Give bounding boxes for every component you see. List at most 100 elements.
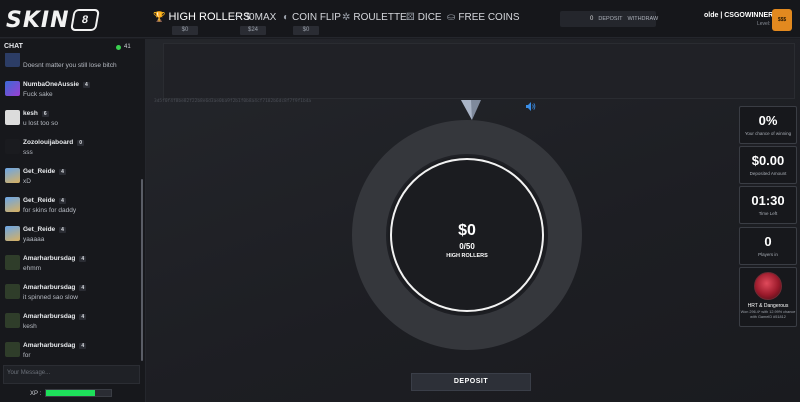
chat-avatar xyxy=(5,313,20,328)
message-text: it spinned sao slow xyxy=(23,294,78,301)
online-number: 41 xyxy=(124,44,131,50)
winner-avatar xyxy=(754,272,782,300)
avatar-text: $$$ xyxy=(777,17,787,23)
message-text: xD xyxy=(23,178,31,185)
balance-value: 0 xyxy=(590,16,594,22)
pot-amount: $0 xyxy=(458,222,476,239)
xp-label: XP : xyxy=(30,391,42,397)
chat-avatar xyxy=(5,197,20,212)
chat-avatar xyxy=(5,255,20,270)
level-badge: 4 xyxy=(83,82,90,88)
site-logo[interactable]: SKIN 8 xyxy=(6,7,100,33)
message-text: ehmm xyxy=(23,265,42,272)
chat-scrollbar[interactable] xyxy=(141,179,143,361)
message-text: yaaaaa xyxy=(23,236,45,243)
chat-messages[interactable]: Doesnt matter you still lose bitch Numba… xyxy=(0,53,146,363)
xp-progress-bar xyxy=(45,389,112,397)
stat-label: Your chance of winning xyxy=(744,131,792,136)
chat-message: Amarharbursdag 4 kesh xyxy=(0,311,140,339)
chat-message: Zozolouijaboard 0 sss xyxy=(0,137,140,165)
deposit-button[interactable]: DEPOSIT xyxy=(598,16,622,22)
stat-time-left: 01:30 Time Left xyxy=(739,186,797,224)
level-badge: 4 xyxy=(79,256,87,262)
message-author[interactable]: Get_Reide 4 xyxy=(23,197,66,204)
logo-badge: 8 xyxy=(69,9,100,31)
message-author[interactable]: Amarharbursdag 4 xyxy=(23,255,87,262)
stat-label: Players in xyxy=(758,252,778,257)
last-winner-card[interactable]: HRT & Dangerous Won 296.4* with 12.99% c… xyxy=(739,267,797,327)
user-avatar[interactable]: $$$ xyxy=(772,9,792,31)
nav-roulette[interactable]: ✲ ROULETTE xyxy=(342,12,407,23)
level-badge: 4 xyxy=(79,285,87,291)
level-badge: 6 xyxy=(41,111,49,117)
nav-label: DICE xyxy=(417,12,442,23)
message-text: Fuck sake xyxy=(23,91,53,98)
message-author[interactable]: Amarharbursdag 4 xyxy=(23,284,87,291)
stat-label: Deposited Amount xyxy=(749,171,787,176)
level-badge: 4 xyxy=(59,227,66,233)
online-dot-icon xyxy=(116,44,121,50)
coins-icon: ⛀ xyxy=(447,12,456,23)
nav-coin-flip[interactable]: ◐ COIN FLIP xyxy=(283,12,341,23)
chat-avatar xyxy=(5,284,20,299)
logo-text: SKIN xyxy=(6,7,70,33)
message-author[interactable]: Zozolouijaboard 0 xyxy=(23,139,84,146)
message-text: kesh xyxy=(23,323,37,330)
chat-message: Get_Reide 4 for skins for daddy xyxy=(0,195,140,223)
game-mode-label: HIGH ROLLERS xyxy=(446,253,488,259)
message-text: for xyxy=(23,352,31,359)
online-count: 41 xyxy=(116,44,131,50)
message-author[interactable]: Amarharbursdag 4 xyxy=(23,342,87,349)
deposit-items-panel xyxy=(163,43,795,99)
chat-avatar xyxy=(5,81,20,96)
coin-icon: ◐ xyxy=(283,12,290,23)
message-author[interactable]: kesh 6 xyxy=(23,110,49,117)
message-author[interactable]: Amarharbursdag 4 xyxy=(23,313,87,320)
stat-value: 01:30 xyxy=(751,193,785,208)
nav-free-coins[interactable]: ⛀ FREE COINS xyxy=(447,12,520,23)
chat-message: Get_Reide 4 yaaaaa xyxy=(0,224,140,252)
dice-icon: ⚄ xyxy=(406,12,415,23)
chat-message: kesh 6 u lost too so xyxy=(0,108,140,136)
trophy-icon: 🏆 xyxy=(153,11,166,23)
deposit-button-main[interactable]: DEPOSIT xyxy=(411,373,531,391)
stat-label: Time Left xyxy=(758,211,778,216)
chat-message: Get_Reide 4 xD xyxy=(0,166,140,194)
chat-avatar xyxy=(5,110,20,125)
message-author[interactable]: Get_Reide 4 xyxy=(23,226,66,233)
cup-icon: ♆ xyxy=(233,12,241,23)
xp-progress-fill xyxy=(46,390,95,396)
chat-avatar xyxy=(5,53,20,67)
chat-message: NumbaOneAussie 4 Fuck sake xyxy=(0,79,140,107)
chat-avatar xyxy=(5,139,20,154)
stat-value: 0% xyxy=(758,113,778,128)
chat-avatar xyxy=(5,168,20,183)
stat-deposited: $0.00 Deposited Amount xyxy=(739,146,797,184)
level-badge: 4 xyxy=(79,314,87,320)
chat-message-input[interactable]: Your Message... xyxy=(3,365,140,384)
nav-label: ROULETTE xyxy=(353,12,407,23)
chat-message: Amarharbursdag 4 for xyxy=(0,340,140,363)
message-author[interactable]: NumbaOneAussie 4 xyxy=(23,81,90,88)
round-hash: 3d5f0f4f8be82f22b8e6d3ae0ba9f2b1f0b8a4cf… xyxy=(154,99,312,104)
nav-dice[interactable]: ⚄ DICE xyxy=(406,12,442,23)
balance-box: 0 DEPOSIT WITHDRAW xyxy=(560,11,659,27)
chat-message: Amarharbursdag 4 it spinned sao slow xyxy=(0,282,140,310)
level-badge: 4 xyxy=(79,343,87,349)
message-text: u lost too so xyxy=(23,120,59,127)
stat-win-chance: 0% Your chance of winning xyxy=(739,106,797,144)
chat-message: Amarharbursdag 4 ehmm xyxy=(0,253,140,281)
message-author[interactable]: Get_Reide 4 xyxy=(23,168,66,175)
nav-coin-flip-pot: $0 xyxy=(293,26,319,35)
winner-name: HRT & Dangerous xyxy=(747,303,789,309)
level-badge: 0 xyxy=(77,140,84,146)
stat-players: 0 Players in xyxy=(739,227,797,265)
item-count: 0/50 xyxy=(459,242,475,251)
withdraw-button[interactable]: WITHDRAW xyxy=(628,16,659,22)
chat-sidebar: CHAT 41 Doesnt matter you still lose bit… xyxy=(0,39,146,402)
level-badge: 4 xyxy=(59,169,66,175)
top-header: SKIN 8 🏆 HIGH ROLLERS $0 ♆ 30MAX $24 ◐ C… xyxy=(0,0,800,38)
chat-avatar xyxy=(5,226,20,241)
roulette-icon: ✲ xyxy=(342,12,351,23)
nav-30max[interactable]: ♆ 30MAX xyxy=(233,12,276,23)
